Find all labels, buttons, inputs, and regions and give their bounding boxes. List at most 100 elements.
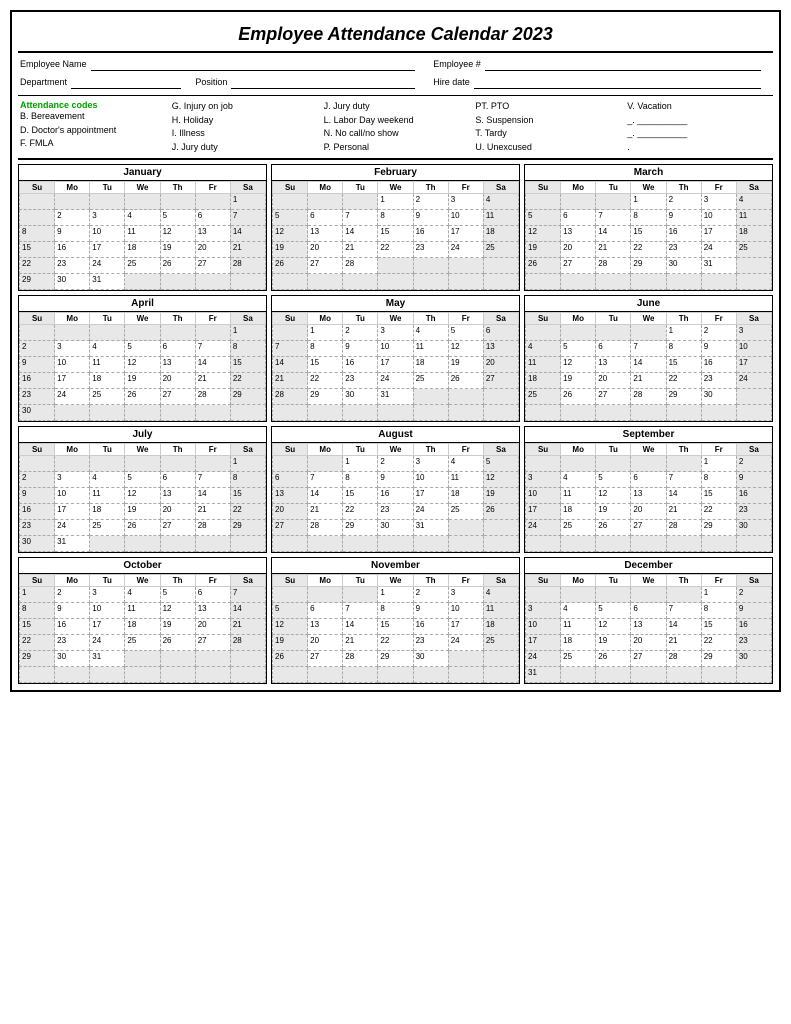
cal-cell[interactable]: 30 [413,651,448,667]
cal-cell[interactable]: 26 [273,258,308,274]
cal-cell[interactable]: 12 [160,226,195,242]
cal-cell[interactable]: 11 [413,341,448,357]
cal-cell[interactable] [413,389,448,405]
cal-cell[interactable]: 10 [448,603,483,619]
cal-cell[interactable]: 18 [561,635,596,651]
cal-cell[interactable]: 6 [160,341,195,357]
cal-cell[interactable]: 3 [526,472,561,488]
cal-cell[interactable]: 29 [666,389,701,405]
cal-cell[interactable]: 11 [483,603,518,619]
cal-cell[interactable]: 11 [526,357,561,373]
cal-cell[interactable]: 2 [55,587,90,603]
cal-cell[interactable]: 12 [273,226,308,242]
cal-cell[interactable]: 14 [666,488,701,504]
cal-cell[interactable] [413,667,448,683]
cal-cell[interactable]: 28 [195,389,230,405]
cal-cell[interactable] [273,536,308,552]
cal-cell[interactable]: 28 [631,389,666,405]
cal-cell[interactable]: 22 [230,504,265,520]
cal-cell[interactable]: 26 [273,651,308,667]
cal-cell[interactable] [273,587,308,603]
cal-cell[interactable]: 9 [736,603,771,619]
cal-cell[interactable]: 21 [195,373,230,389]
cal-cell[interactable]: 16 [701,357,736,373]
cal-cell[interactable]: 20 [160,373,195,389]
cal-cell[interactable]: 22 [701,635,736,651]
cal-cell[interactable]: 27 [561,258,596,274]
cal-cell[interactable] [195,667,230,683]
cal-cell[interactable]: 17 [448,619,483,635]
cal-cell[interactable]: 1 [631,194,666,210]
cal-cell[interactable] [561,325,596,341]
cal-cell[interactable] [596,325,631,341]
cal-cell[interactable]: 20 [483,357,518,373]
cal-cell[interactable]: 8 [631,210,666,226]
cal-cell[interactable]: 1 [343,456,378,472]
cal-cell[interactable] [273,194,308,210]
cal-cell[interactable]: 16 [55,619,90,635]
cal-cell[interactable] [736,405,771,421]
cal-cell[interactable]: 27 [483,373,518,389]
cal-cell[interactable]: 6 [596,341,631,357]
cal-cell[interactable]: 6 [631,603,666,619]
cal-cell[interactable]: 28 [230,635,265,651]
cal-cell[interactable]: 15 [701,619,736,635]
cal-cell[interactable]: 9 [55,603,90,619]
cal-cell[interactable]: 14 [343,619,378,635]
cal-cell[interactable] [483,389,518,405]
cal-cell[interactable]: 27 [195,635,230,651]
cal-cell[interactable]: 16 [413,619,448,635]
cal-cell[interactable]: 13 [596,357,631,373]
cal-cell[interactable]: 10 [413,472,448,488]
cal-cell[interactable]: 18 [413,357,448,373]
cal-cell[interactable]: 26 [596,651,631,667]
cal-cell[interactable]: 2 [20,341,55,357]
cal-cell[interactable]: 27 [631,520,666,536]
cal-cell[interactable]: 31 [378,389,413,405]
cal-cell[interactable]: 10 [701,210,736,226]
cal-cell[interactable] [701,274,736,290]
cal-cell[interactable] [596,587,631,603]
cal-cell[interactable]: 20 [195,619,230,635]
cal-cell[interactable]: 19 [483,488,518,504]
cal-cell[interactable]: 30 [20,405,55,421]
cal-cell[interactable]: 24 [526,651,561,667]
cal-cell[interactable]: 18 [526,373,561,389]
cal-cell[interactable]: 6 [631,472,666,488]
cal-cell[interactable] [230,667,265,683]
cal-cell[interactable] [90,667,125,683]
cal-cell[interactable]: 11 [736,210,771,226]
cal-cell[interactable]: 23 [343,373,378,389]
hire-date-line[interactable] [474,75,761,89]
cal-cell[interactable] [701,536,736,552]
cal-cell[interactable]: 24 [701,242,736,258]
cal-cell[interactable]: 13 [195,603,230,619]
cal-cell[interactable] [55,405,90,421]
cal-cell[interactable]: 18 [125,242,160,258]
cal-cell[interactable]: 1 [20,587,55,603]
cal-cell[interactable] [55,456,90,472]
cal-cell[interactable]: 5 [125,472,160,488]
cal-cell[interactable]: 29 [230,520,265,536]
cal-cell[interactable]: 13 [308,619,343,635]
cal-cell[interactable] [55,667,90,683]
cal-cell[interactable]: 13 [561,226,596,242]
cal-cell[interactable]: 25 [483,242,518,258]
cal-cell[interactable]: 21 [596,242,631,258]
cal-cell[interactable]: 28 [666,520,701,536]
cal-cell[interactable]: 15 [666,357,701,373]
cal-cell[interactable]: 14 [631,357,666,373]
cal-cell[interactable]: 29 [20,651,55,667]
cal-cell[interactable]: 30 [666,258,701,274]
cal-cell[interactable]: 7 [195,472,230,488]
cal-cell[interactable]: 26 [160,635,195,651]
cal-cell[interactable]: 9 [20,488,55,504]
cal-cell[interactable] [230,405,265,421]
cal-cell[interactable] [160,536,195,552]
cal-cell[interactable] [701,405,736,421]
cal-cell[interactable]: 6 [195,210,230,226]
cal-cell[interactable]: 7 [631,341,666,357]
cal-cell[interactable]: 24 [90,635,125,651]
cal-cell[interactable] [448,258,483,274]
cal-cell[interactable]: 24 [413,504,448,520]
